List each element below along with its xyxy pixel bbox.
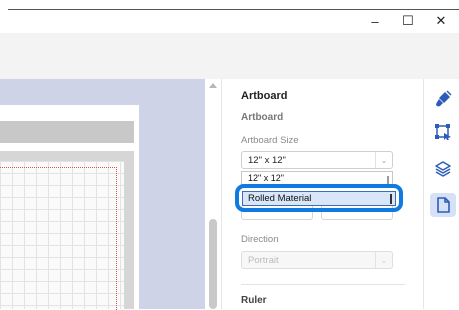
- selection-icon: [435, 124, 451, 140]
- artboard[interactable]: [0, 105, 139, 310]
- direction-value: Portrait: [248, 255, 279, 266]
- layers-icon[interactable]: [430, 157, 456, 181]
- close-button[interactable]: ✕: [430, 11, 452, 31]
- minimize-button[interactable]: –: [364, 11, 386, 31]
- title-bar: – ☐ ✕: [0, 0, 459, 33]
- dropdown-scroll-indicator: [387, 176, 389, 184]
- chevron-down-icon: ⌄: [375, 252, 392, 268]
- chevron-down-icon: ⌄: [375, 152, 392, 168]
- section-title: Artboard: [241, 112, 284, 123]
- paint-brush-icon[interactable]: [430, 87, 456, 111]
- page-icon[interactable]: [430, 193, 456, 217]
- mat-cut-boundary: [0, 167, 117, 310]
- canvas-area[interactable]: [0, 79, 205, 310]
- maximize-button[interactable]: ☐: [397, 11, 419, 31]
- scroll-up-arrow-icon[interactable]: [209, 83, 217, 88]
- artboard-header-band: [0, 121, 134, 143]
- highlight-ring: [235, 184, 403, 212]
- section-divider: [241, 284, 405, 285]
- close-icon: ✕: [435, 13, 447, 28]
- artboard-size-label: Artboard Size: [241, 135, 299, 146]
- artboard-size-value: 12" x 12": [248, 155, 286, 166]
- selection-icon[interactable]: [430, 120, 456, 144]
- title-bar-divider: [8, 9, 459, 10]
- ruler-label: Ruler: [241, 295, 267, 306]
- vertical-scrollbar[interactable]: [205, 79, 221, 309]
- minimize-icon: –: [371, 13, 379, 29]
- page-icon: [437, 197, 450, 213]
- tool-icon-bar: [423, 79, 459, 309]
- toolbar: [0, 33, 459, 79]
- cutting-mat-grid[interactable]: [0, 161, 124, 310]
- maximize-icon: ☐: [402, 13, 414, 28]
- paint-brush-icon: [436, 90, 452, 107]
- layers-icon: [435, 161, 451, 177]
- direction-label: Direction: [241, 234, 279, 245]
- scroll-thumb[interactable]: [209, 219, 217, 309]
- option-label: 12" x 12": [248, 173, 284, 183]
- artboard-size-select[interactable]: 12" x 12" ⌄: [241, 151, 393, 169]
- properties-panel: Artboard Artboard Artboard Size 12" x 12…: [221, 79, 424, 309]
- panel-title: Artboard: [241, 90, 288, 102]
- direction-select[interactable]: Portrait ⌄: [241, 251, 393, 269]
